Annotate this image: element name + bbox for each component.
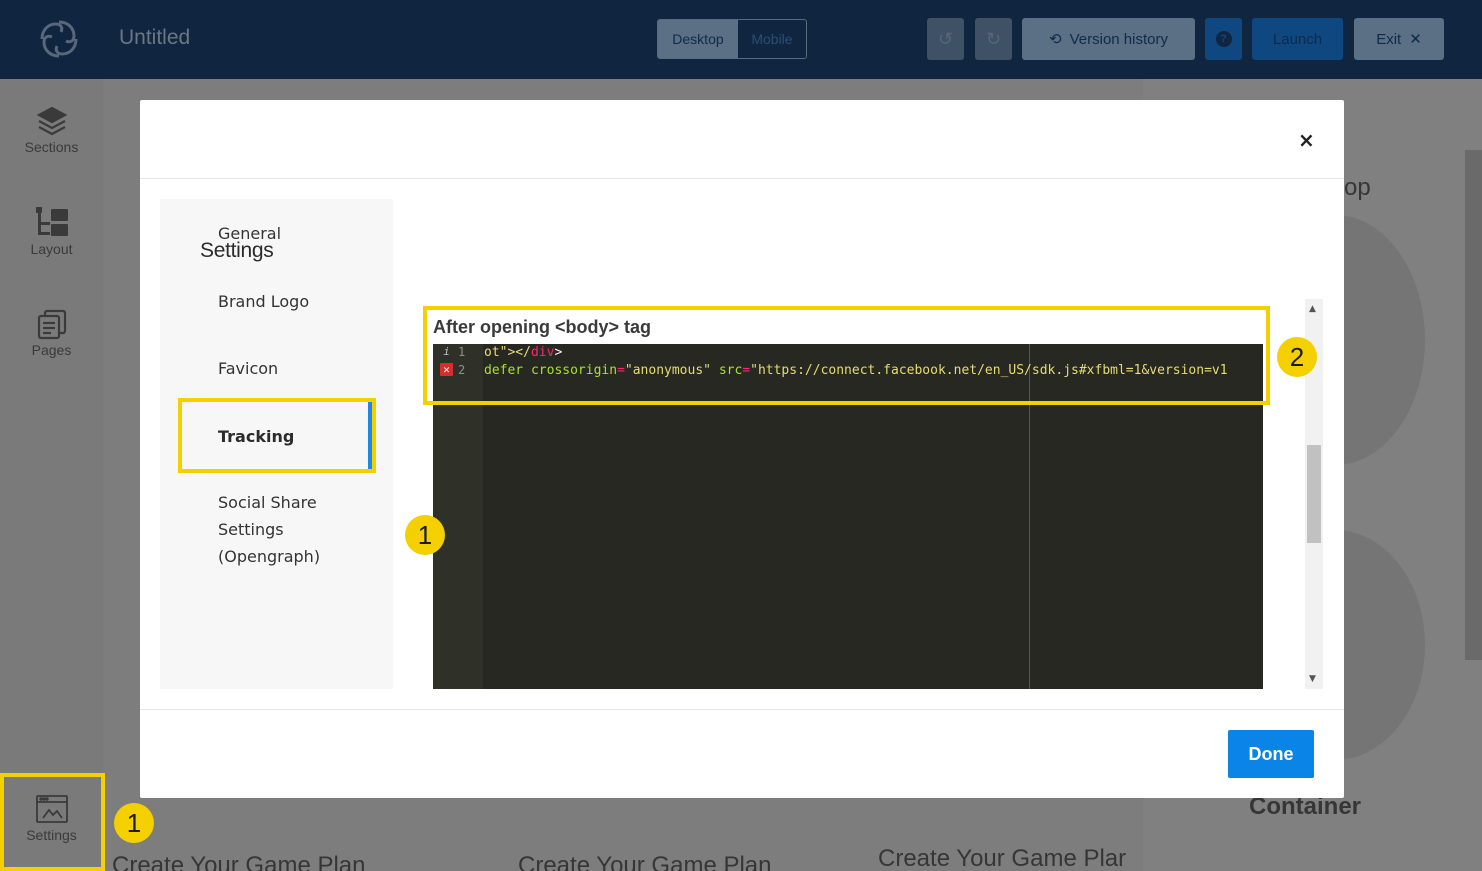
modal-divider bbox=[140, 178, 1344, 179]
sidebar-item-sections[interactable]: Sections bbox=[0, 105, 103, 155]
settings-nav-brand-logo[interactable]: Brand Logo bbox=[218, 288, 309, 315]
sidebar-item-label: Sections bbox=[24, 139, 79, 155]
scroll-up-icon[interactable]: ▲ bbox=[1309, 304, 1316, 314]
launch-button[interactable]: Launch bbox=[1252, 18, 1343, 60]
pages-icon bbox=[37, 309, 66, 340]
mobile-view-button[interactable]: Mobile bbox=[737, 20, 806, 58]
layers-icon bbox=[36, 106, 67, 136]
left-sidebar bbox=[0, 79, 103, 871]
scroll-down-icon[interactable]: ▼ bbox=[1309, 674, 1316, 684]
step-badge: 2 bbox=[1277, 337, 1317, 377]
tracking-highlight bbox=[178, 398, 376, 473]
settings-nav-social-share[interactable]: Social Share Settings (Opengraph) bbox=[218, 489, 358, 570]
sidebar-item-pages[interactable]: Pages bbox=[0, 308, 103, 358]
app-logo-icon bbox=[40, 20, 78, 58]
device-toggle[interactable]: Desktop Mobile bbox=[657, 19, 807, 59]
done-button[interactable]: Done bbox=[1228, 730, 1314, 778]
redo-icon: ↻ bbox=[985, 28, 1002, 49]
history-icon: ⟲ bbox=[1049, 31, 1062, 48]
layout-icon bbox=[35, 207, 68, 236]
version-history-button[interactable]: ⟲ Version history bbox=[1022, 18, 1195, 60]
bg-text: op bbox=[1344, 174, 1371, 201]
bg-text: Create Your Game Plan bbox=[518, 852, 772, 871]
sidebar-item-label: Pages bbox=[31, 342, 72, 358]
redo-button[interactable]: ↻ bbox=[975, 18, 1012, 60]
help-button[interactable]: ? bbox=[1205, 18, 1242, 60]
settings-nav-favicon[interactable]: Favicon bbox=[218, 355, 278, 382]
scrollbar-thumb[interactable] bbox=[1307, 445, 1321, 543]
step-badge: 1 bbox=[405, 515, 445, 555]
desktop-view-button[interactable]: Desktop bbox=[658, 20, 738, 58]
document-title[interactable]: Untitled bbox=[119, 26, 190, 50]
bg-text: Create Your Game Plar bbox=[878, 845, 1127, 871]
undo-button[interactable]: ↺ bbox=[927, 18, 964, 60]
settings-highlight bbox=[0, 773, 105, 871]
modal-divider bbox=[140, 709, 1344, 710]
exit-label: Exit bbox=[1376, 30, 1402, 48]
undo-icon: ↺ bbox=[937, 28, 954, 49]
step-badge: 1 bbox=[114, 803, 154, 843]
question-icon: ? bbox=[1215, 31, 1232, 47]
code-highlight bbox=[423, 306, 1270, 405]
bg-text: Create Your Game Plan bbox=[112, 852, 366, 871]
modal-close-button[interactable]: × bbox=[1298, 128, 1315, 152]
close-icon: ✕ bbox=[1409, 31, 1422, 48]
sidebar-item-layout[interactable]: Layout bbox=[0, 205, 103, 257]
sidebar-item-label: Layout bbox=[30, 241, 73, 257]
version-history-label: Version history bbox=[1069, 30, 1168, 48]
canvas-scrollbar[interactable] bbox=[1465, 150, 1482, 660]
tracking-code-panel: After opening <body> tag i 1 ✕ 2 ot"></d… bbox=[423, 299, 1323, 689]
exit-button[interactable]: Exit ✕ bbox=[1354, 18, 1444, 60]
top-bar: Untitled Desktop Mobile ↺ ↻ ⟲ Version hi… bbox=[0, 0, 1482, 79]
settings-nav-general[interactable]: General bbox=[218, 220, 281, 247]
settings-modal: × Settings General Brand Logo Favicon Tr… bbox=[140, 100, 1344, 798]
